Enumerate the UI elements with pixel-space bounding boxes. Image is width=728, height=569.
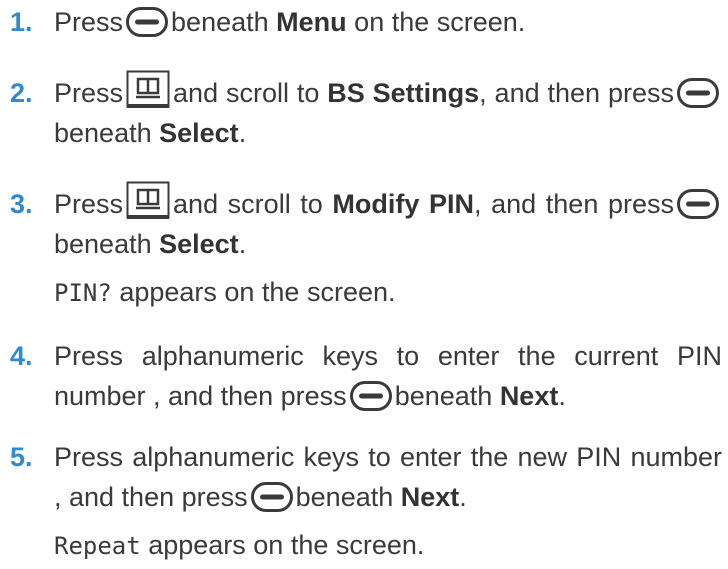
step-2: 2. Press and scroll to BS Settings, and t… — [0, 70, 722, 153]
step-3: 3. Press and scroll to Modify PIN, and th… — [0, 181, 722, 264]
select-label: Select — [159, 229, 239, 259]
step-text: Press beneath Menu on the screen. — [54, 2, 722, 42]
text: . — [558, 381, 566, 411]
phonebook-key-icon — [126, 181, 170, 219]
text: appears on the screen. — [148, 530, 425, 560]
text: and scroll to — [173, 78, 320, 108]
next-label: Next — [499, 381, 559, 411]
instructions-page: 1. Press beneath Menu on the screen. 2. P… — [0, 0, 728, 569]
step-text: Press and scroll to BS Settings, and then… — [54, 70, 722, 153]
menu-label: BS Settings — [327, 78, 480, 108]
text: , and then — [474, 189, 599, 219]
softkey-button-icon — [349, 380, 392, 411]
text: beneath — [54, 118, 152, 148]
text: . — [238, 229, 247, 259]
text: Press — [54, 78, 124, 108]
step-number: 2. — [10, 78, 33, 108]
menu-label: Menu — [276, 7, 347, 37]
softkey-button-icon — [126, 6, 169, 37]
step-5: 5. Press alphanumeric keys to enter the … — [0, 437, 722, 517]
step-text: Press alphanumeric keys to enter the new… — [54, 437, 722, 517]
softkey-button-icon — [676, 188, 719, 219]
select-label: Select — [159, 118, 239, 148]
softkey-button-icon — [250, 481, 293, 512]
softkey-button-icon — [676, 77, 719, 108]
text: , and then — [479, 78, 601, 108]
text: Press — [54, 7, 124, 37]
step-3-note: PIN? appears on the screen. — [54, 272, 722, 313]
text: appears on the screen. — [119, 277, 396, 307]
step-number: 5. — [10, 442, 33, 472]
text: beneath — [394, 381, 493, 411]
step-text: Press and scroll to Modify PIN, and then … — [54, 181, 722, 264]
step-4: 4. Press alphanumeric keys to enter the … — [0, 336, 722, 416]
text: . — [459, 482, 467, 512]
text: beneath — [54, 229, 152, 259]
screen-text: PIN? — [54, 279, 112, 307]
step-number: 3. — [10, 189, 33, 219]
step-5-note: Repeat appears on the screen. — [54, 525, 722, 566]
step-number: 4. — [10, 341, 33, 371]
text: press — [607, 78, 674, 108]
text: beneath — [171, 7, 269, 37]
step-number: 1. — [10, 7, 33, 37]
text: beneath — [295, 482, 394, 512]
text: press — [607, 189, 674, 219]
screen-text: Repeat — [54, 532, 141, 560]
text: and scroll to — [173, 189, 323, 219]
step-1: 1. Press beneath Menu on the screen. — [0, 2, 722, 42]
menu-label: Modify PIN — [332, 189, 475, 219]
phonebook-key-icon — [126, 70, 170, 108]
text: on the screen. — [354, 7, 526, 37]
next-label: Next — [400, 482, 460, 512]
text: Press — [54, 189, 124, 219]
step-text: Press alphanumeric keys to enter the cur… — [54, 336, 722, 416]
text: . — [238, 118, 247, 148]
